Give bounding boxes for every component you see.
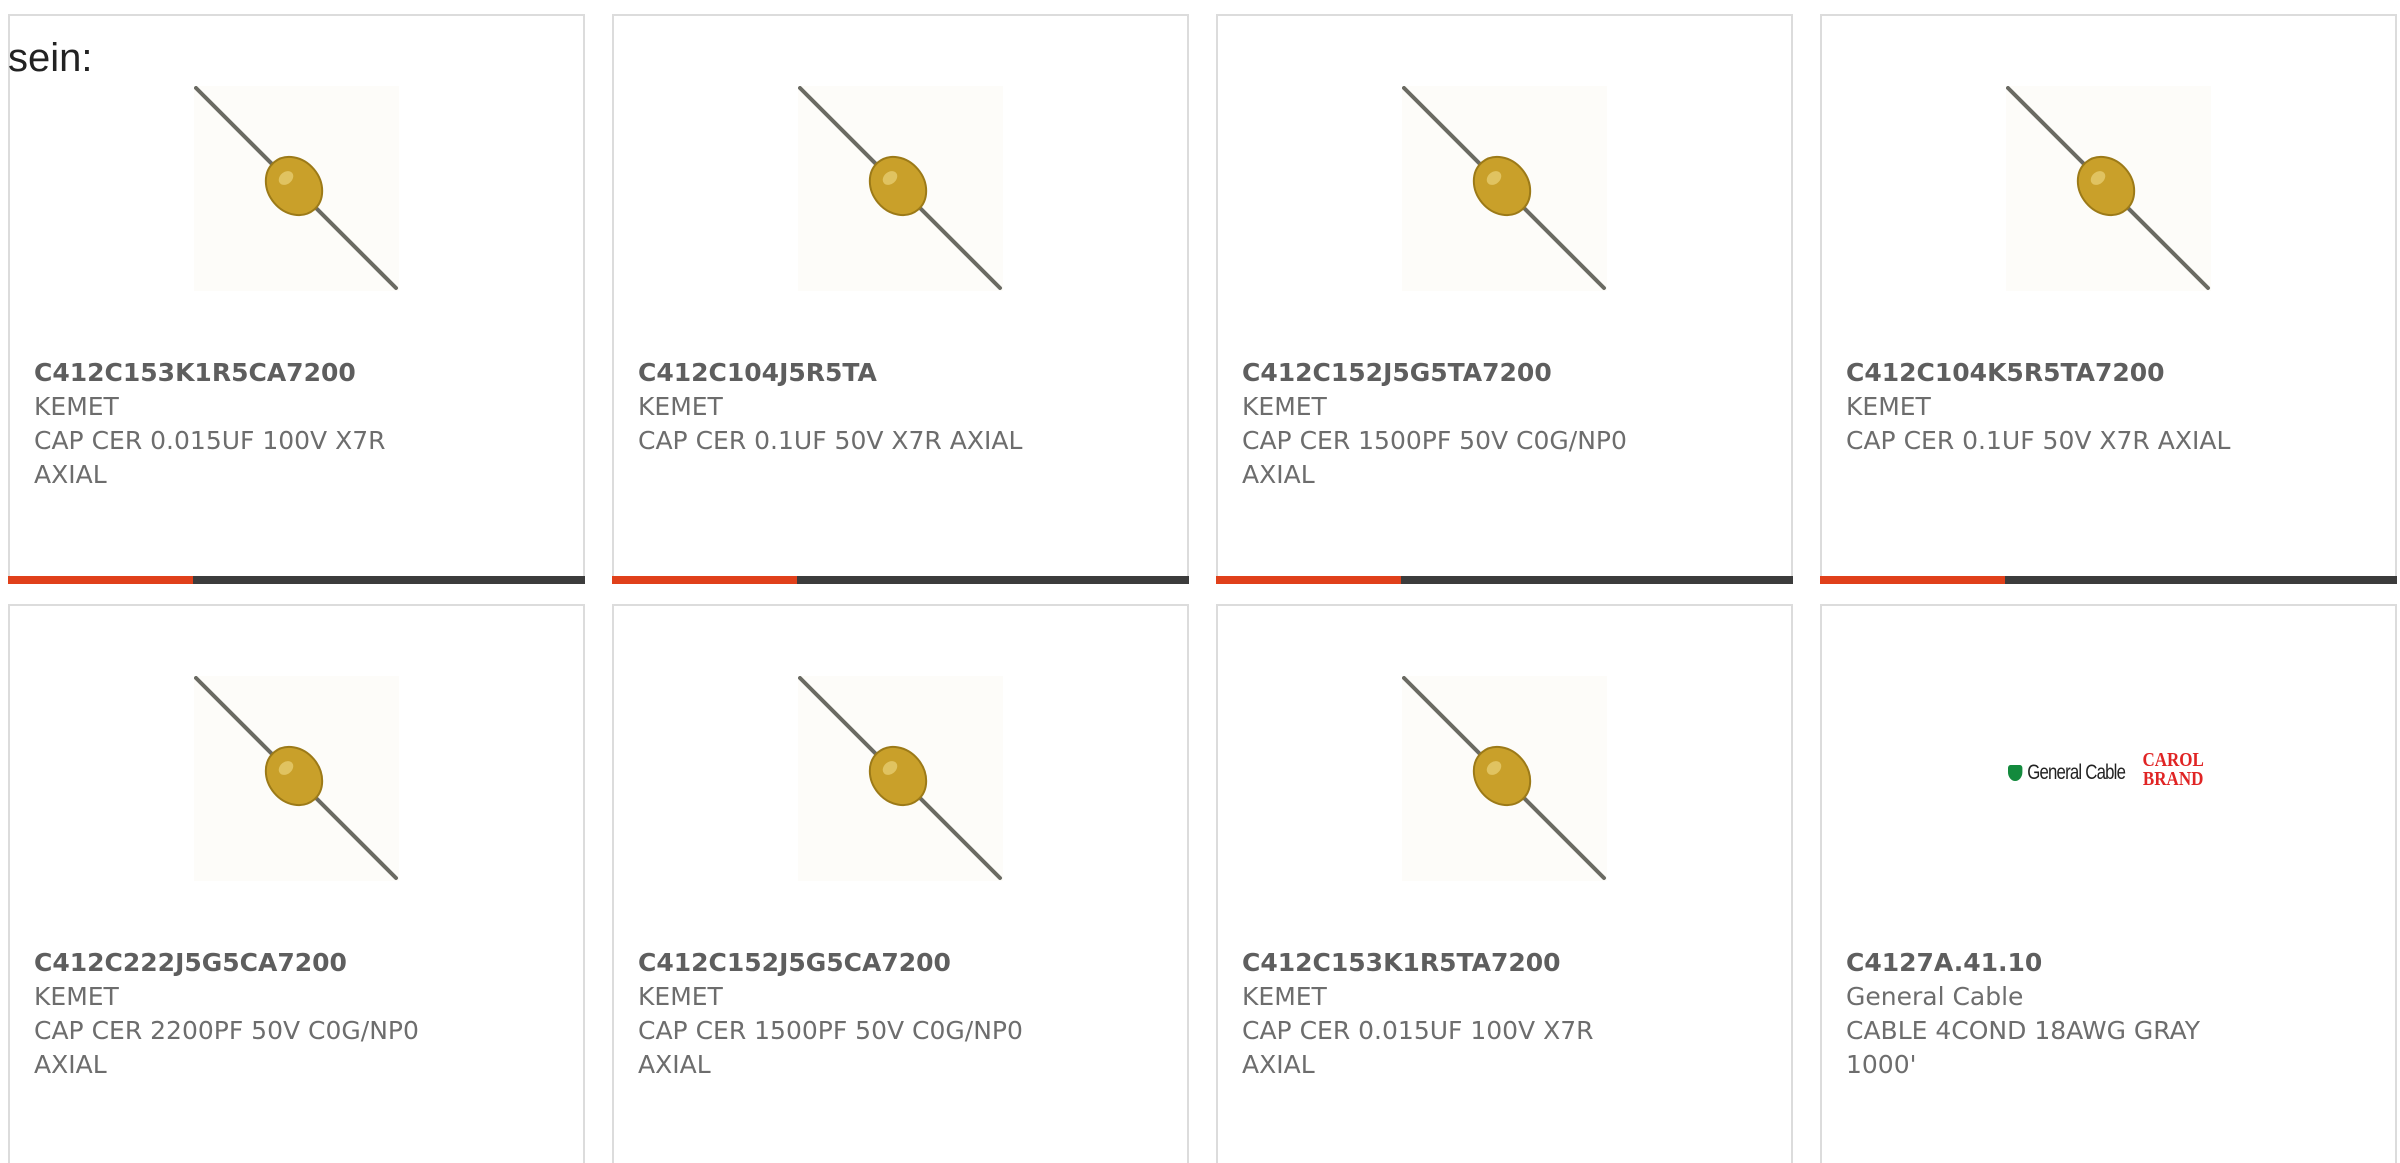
- manufacturer: KEMET: [1242, 392, 1327, 421]
- product-description: CAP CER 0.015UF 100V X7R AXIAL: [1242, 1016, 1594, 1079]
- product-card[interactable]: C412C104K5R5TA7200 KEMET CAP CER 0.1UF 5…: [1820, 14, 2397, 584]
- part-number[interactable]: C412C104K5R5TA7200: [1846, 356, 2266, 390]
- product-card[interactable]: C412C153K1R5CA7200 KEMET CAP CER 0.015UF…: [8, 14, 585, 584]
- progress-bar-fill: [1820, 576, 2005, 584]
- part-number[interactable]: C412C152J5G5CA7200: [638, 946, 1058, 980]
- product-description: CAP CER 0.015UF 100V X7R AXIAL: [34, 426, 386, 489]
- axial-capacitor-icon: [194, 676, 398, 880]
- part-number[interactable]: C4127A.41.10: [1846, 946, 2266, 980]
- logo-text-primary: General Cable: [2027, 761, 2126, 784]
- axial-capacitor-icon: [798, 86, 1002, 290]
- product-description: CAP CER 1500PF 50V C0G/NP0 AXIAL: [638, 1016, 1023, 1079]
- part-number[interactable]: C412C153K1R5TA7200: [1242, 946, 1662, 980]
- axial-capacitor-icon: [2006, 86, 2210, 290]
- shield-icon: [2008, 765, 2023, 781]
- axial-capacitor-icon: [1402, 86, 1606, 290]
- product-grid: C412C153K1R5CA7200 KEMET CAP CER 0.015UF…: [8, 14, 2400, 1163]
- product-info: C412C152J5G5CA7200 KEMET CAP CER 1500PF …: [638, 946, 1058, 1082]
- product-description: CAP CER 2200PF 50V C0G/NP0 AXIAL: [34, 1016, 419, 1079]
- product-description: CAP CER 1500PF 50V C0G/NP0 AXIAL: [1242, 426, 1627, 489]
- product-description: CAP CER 0.1UF 50V X7R AXIAL: [638, 426, 1023, 455]
- product-card[interactable]: General Cable CAROL BRAND C4127A.41.10 G…: [1820, 604, 2397, 1163]
- product-card[interactable]: C412C222J5G5CA7200 KEMET CAP CER 2200PF …: [8, 604, 585, 1163]
- manufacturer: KEMET: [1242, 982, 1327, 1011]
- product-info: C412C153K1R5CA7200 KEMET CAP CER 0.015UF…: [34, 356, 454, 492]
- product-info: C412C104J5R5TA KEMET CAP CER 0.1UF 50V X…: [638, 356, 1058, 458]
- product-image[interactable]: [194, 86, 399, 291]
- product-info: C412C222J5G5CA7200 KEMET CAP CER 2200PF …: [34, 946, 454, 1082]
- lead-text: sein:: [8, 36, 93, 80]
- product-image[interactable]: [798, 86, 1003, 291]
- product-card[interactable]: C412C152J5G5TA7200 KEMET CAP CER 1500PF …: [1216, 14, 1793, 584]
- product-info: C412C104K5R5TA7200 KEMET CAP CER 0.1UF 5…: [1846, 356, 2266, 458]
- progress-bar: [1820, 576, 2397, 584]
- product-results-page: sein: C412C153K1R5CA7200 KEMET CAP CER 0…: [0, 0, 2400, 1163]
- manufacturer: KEMET: [34, 982, 119, 1011]
- progress-bar-fill: [612, 576, 797, 584]
- axial-capacitor-icon: [1402, 676, 1606, 880]
- product-description: CAP CER 0.1UF 50V X7R AXIAL: [1846, 426, 2231, 455]
- product-info: C412C152J5G5TA7200 KEMET CAP CER 1500PF …: [1242, 356, 1662, 492]
- product-image[interactable]: [1402, 86, 1607, 291]
- product-card[interactable]: C412C104J5R5TA KEMET CAP CER 0.1UF 50V X…: [612, 14, 1189, 584]
- product-card[interactable]: C412C153K1R5TA7200 KEMET CAP CER 0.015UF…: [1216, 604, 1793, 1163]
- progress-bar-fill: [1216, 576, 1401, 584]
- part-number[interactable]: C412C222J5G5CA7200: [34, 946, 454, 980]
- carol-brand-wordmark: CAROL BRAND: [2142, 749, 2204, 790]
- progress-bar: [8, 576, 585, 584]
- progress-bar-fill: [8, 576, 193, 584]
- product-image[interactable]: [194, 676, 399, 881]
- manufacturer: General Cable: [1846, 982, 2024, 1011]
- progress-bar: [612, 576, 1189, 584]
- manufacturer: KEMET: [638, 982, 723, 1011]
- manufacturer: KEMET: [638, 392, 723, 421]
- manufacturer: KEMET: [1846, 392, 1931, 421]
- manufacturer: KEMET: [34, 392, 119, 421]
- product-image[interactable]: [798, 676, 1003, 881]
- axial-capacitor-icon: [798, 676, 1002, 880]
- part-number[interactable]: C412C152J5G5TA7200: [1242, 356, 1662, 390]
- part-number[interactable]: C412C153K1R5CA7200: [34, 356, 454, 390]
- product-image[interactable]: [2006, 86, 2211, 291]
- product-info: C412C153K1R5TA7200 KEMET CAP CER 0.015UF…: [1242, 946, 1662, 1082]
- general-cable-logo[interactable]: General Cable CAROL BRAND: [2008, 749, 2218, 801]
- product-description: CABLE 4COND 18AWG GRAY 1000': [1846, 1016, 2201, 1079]
- general-cable-wordmark: General Cable: [2008, 761, 2126, 785]
- axial-capacitor-icon: [194, 86, 398, 290]
- product-info: C4127A.41.10 General Cable CABLE 4COND 1…: [1846, 946, 2266, 1082]
- part-number[interactable]: C412C104J5R5TA: [638, 356, 1058, 390]
- progress-bar: [1216, 576, 1793, 584]
- product-card[interactable]: C412C152J5G5CA7200 KEMET CAP CER 1500PF …: [612, 604, 1189, 1163]
- product-image[interactable]: [1402, 676, 1607, 881]
